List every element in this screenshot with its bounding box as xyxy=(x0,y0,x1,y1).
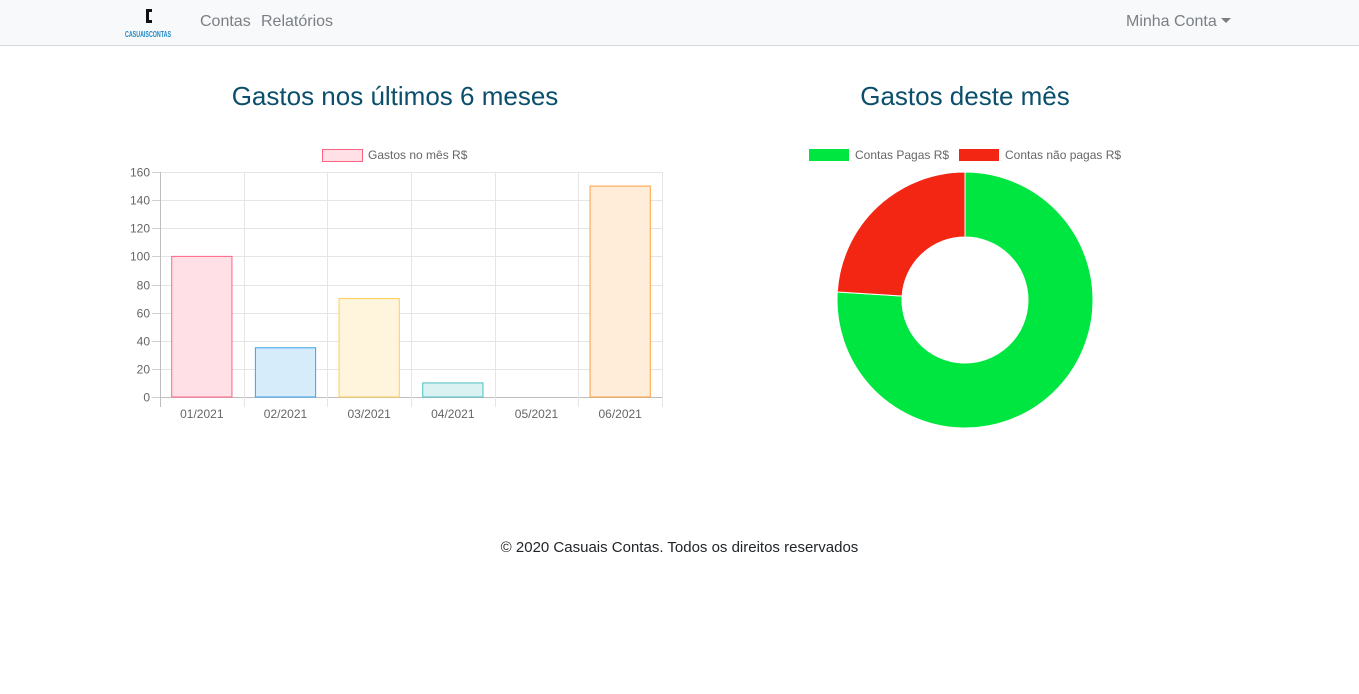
doughnut-chart: Contas Pagas R$ Contas não pagas R$ xyxy=(809,148,1121,429)
legend-label: Contas não pagas R$ xyxy=(1005,148,1121,162)
footer-copyright: © 2020 Casuais Contas. Todos os direitos… xyxy=(500,539,859,556)
doughnut-slice xyxy=(836,171,966,297)
legend-label: Contas Pagas R$ xyxy=(855,148,949,162)
legend-swatch xyxy=(959,149,999,161)
legend-swatch xyxy=(809,149,849,161)
doughnut-chart-legend: Contas Pagas R$ Contas não pagas R$ xyxy=(809,148,1121,162)
